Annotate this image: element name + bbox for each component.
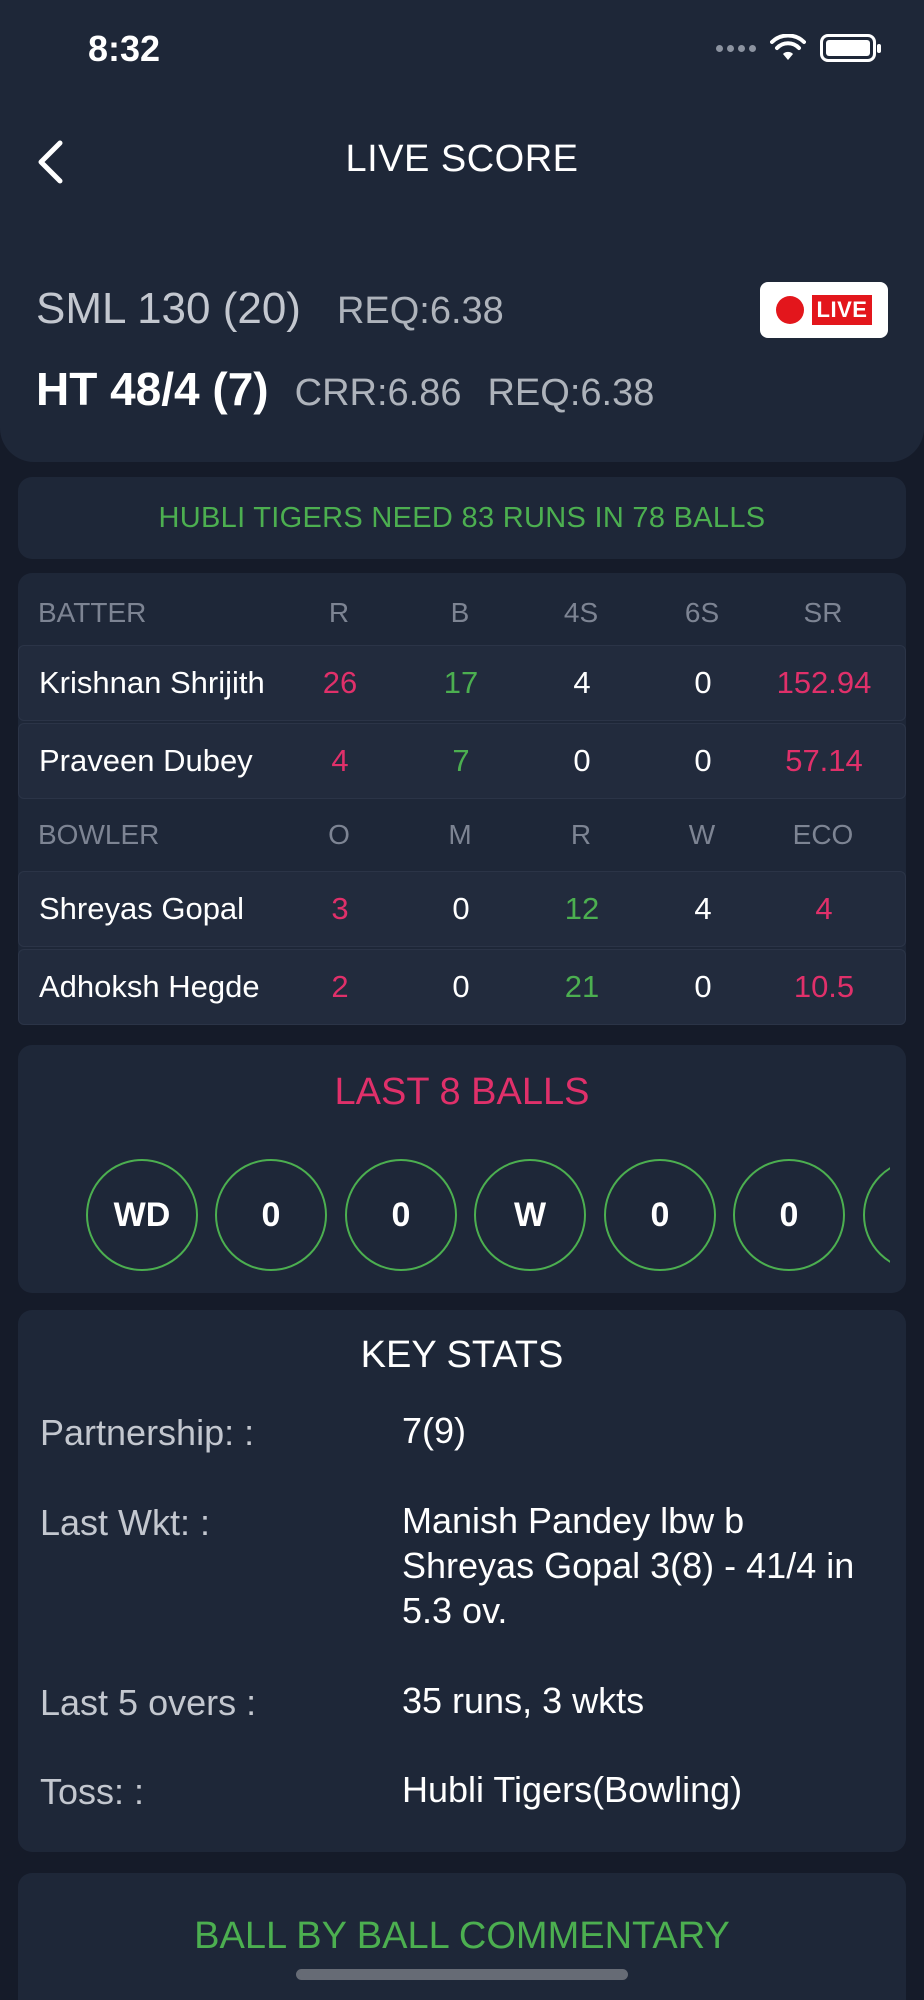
column-header: M	[448, 819, 472, 850]
batter-fours: 0	[573, 743, 591, 778]
ball-result: 0	[215, 1159, 327, 1271]
wifi-icon	[770, 34, 806, 60]
target-message-card: HUBLI TIGERS NEED 83 RUNS IN 78 BALLS	[18, 477, 906, 559]
batter-name: Krishnan Shrijith	[39, 665, 265, 700]
live-badge-label: LIVE	[811, 295, 873, 325]
batting-header-row: BATTER R B 4S 6S SR	[18, 573, 906, 653]
batter-row[interactable]: Praveen Dubey 4 7 0 0 57.14	[18, 723, 906, 799]
team2-score-line: HT 48/4 (7) CRR:6.86 REQ:6.38	[36, 362, 654, 416]
batter-runs: 4	[331, 743, 349, 778]
last-balls-title: LAST 8 BALLS	[334, 1071, 590, 1113]
batter-strike-rate: 152.94	[776, 665, 872, 700]
status-icons	[716, 34, 881, 62]
batter-runs: 26	[322, 665, 358, 700]
stat-value: Manish Pandey lbw b Shreyas Gopal 3(8) -…	[402, 1500, 855, 1631]
bowler-maidens: 0	[452, 969, 470, 1004]
column-header: BOWLER	[38, 819, 160, 850]
batter-sixes: 0	[694, 665, 712, 700]
ball-result: 0	[733, 1159, 845, 1271]
column-header: ECO	[792, 819, 854, 850]
commentary-card[interactable]: BALL BY BALL COMMENTARY	[18, 1873, 906, 2000]
bowler-overs: 2	[331, 969, 349, 1004]
bowler-economy: 10.5	[793, 969, 855, 1004]
score-header: 8:32 LIVE SCORE SML 130 (20) REQ:6.38 HT…	[0, 0, 924, 462]
team1-req: REQ:6.38	[336, 290, 504, 332]
stat-label: Last Wkt: :	[40, 1502, 211, 1543]
column-header: 4S	[563, 597, 599, 628]
bowler-name: Shreyas Gopal	[39, 891, 245, 926]
column-header: B	[450, 597, 470, 628]
status-time: 8:32	[88, 28, 161, 69]
batter-balls: 7	[452, 743, 470, 778]
team2-req: REQ:6.38	[487, 372, 655, 414]
bowler-economy: 4	[815, 891, 833, 926]
bowler-runs: 21	[564, 969, 600, 1004]
target-message: HUBLI TIGERS NEED 83 RUNS IN 78 BALLS	[158, 501, 766, 534]
batter-balls: 17	[443, 665, 479, 700]
batter-name: Praveen Dubey	[39, 743, 253, 778]
page-title: LIVE SCORE	[345, 138, 579, 180]
ball-result: 0	[345, 1159, 457, 1271]
bowler-overs: 3	[331, 891, 349, 926]
live-badge: LIVE	[760, 282, 888, 338]
bowler-row[interactable]: Shreyas Gopal 3 0 12 4 4	[18, 871, 906, 947]
stat-value: 7(9)	[402, 1410, 467, 1451]
last-balls-card: LAST 8 BALLS WD 0 0 W 0 0	[18, 1045, 906, 1293]
bowler-row[interactable]: Adhoksh Hegde 2 0 21 0 10.5	[18, 949, 906, 1025]
stat-label: Last 5 overs :	[40, 1682, 257, 1723]
ball-result: WD	[86, 1159, 198, 1271]
team1-score: SML 130 (20)	[36, 284, 301, 333]
last-balls-list[interactable]: WD 0 0 W 0 0	[68, 1159, 890, 1273]
key-stats-card: KEY STATS Partnership: : 7(9) Last Wkt: …	[18, 1310, 906, 1852]
column-header: R	[570, 819, 592, 850]
team2-score: HT 48/4 (7)	[36, 363, 269, 415]
stat-label: Partnership: :	[40, 1412, 255, 1453]
scorecard: BATTER R B 4S 6S SR Krishnan Shrijith 26…	[18, 573, 906, 1025]
live-dot-icon	[775, 296, 804, 324]
batter-strike-rate: 57.14	[785, 743, 863, 778]
bowling-header-row: BOWLER O M R W ECO	[18, 795, 906, 875]
column-header: W	[688, 819, 716, 850]
ball-result	[863, 1159, 890, 1271]
stat-label: Toss: :	[40, 1771, 145, 1812]
team2-crr: CRR:6.86	[294, 372, 462, 414]
column-header: R	[328, 597, 350, 628]
bowler-wickets: 0	[694, 969, 712, 1004]
team1-score-line: SML 130 (20) REQ:6.38	[36, 284, 504, 334]
ball-result: 0	[604, 1159, 716, 1271]
bowler-name: Adhoksh Hegde	[39, 969, 260, 1004]
stat-value: Hubli Tigers(Bowling)	[402, 1769, 743, 1810]
key-stats-title: KEY STATS	[360, 1334, 564, 1376]
ball-result: W	[474, 1159, 586, 1271]
batter-fours: 4	[573, 665, 591, 700]
bowler-maidens: 0	[452, 891, 470, 926]
column-header: O	[328, 819, 350, 850]
batter-sixes: 0	[694, 743, 712, 778]
commentary-title: BALL BY BALL COMMENTARY	[194, 1915, 730, 1957]
column-header: BATTER	[38, 597, 147, 628]
batter-row[interactable]: Krishnan Shrijith 26 17 4 0 152.94	[18, 645, 906, 721]
bowler-runs: 12	[564, 891, 600, 926]
signal-icon	[716, 44, 756, 52]
column-header: SR	[803, 597, 843, 628]
home-indicator[interactable]	[296, 1969, 628, 1980]
battery-icon	[820, 34, 881, 62]
bowler-wickets: 4	[694, 891, 712, 926]
stat-value: 35 runs, 3 wkts	[402, 1680, 645, 1721]
column-header: 6S	[684, 597, 720, 628]
